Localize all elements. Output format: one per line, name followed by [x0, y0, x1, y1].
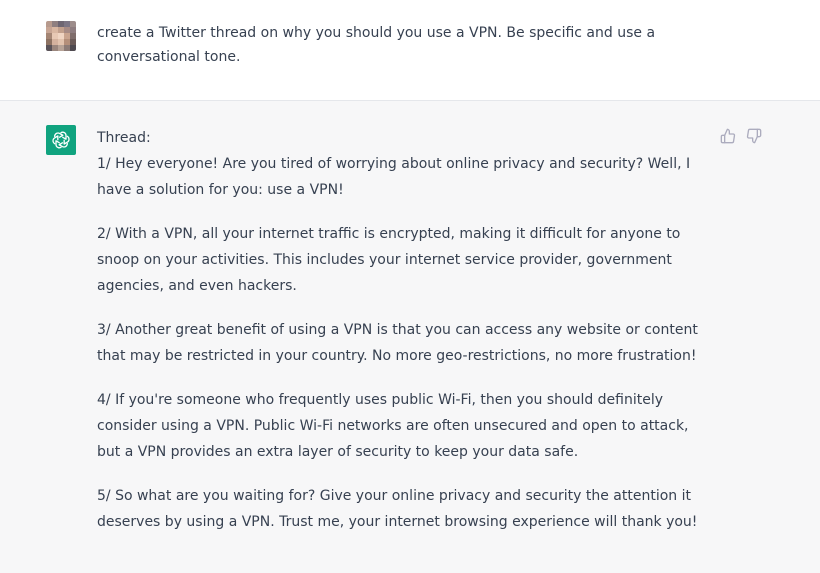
- user-message-row: create a Twitter thread on why you shoul…: [0, 0, 820, 101]
- thread-paragraph-2: 2/ With a VPN, all your internet traffic…: [97, 226, 681, 294]
- user-avatar: [46, 21, 76, 51]
- thread-paragraph-5: 5/ So what are you waiting for? Give you…: [97, 488, 698, 530]
- openai-logo-icon: [46, 125, 76, 155]
- assistant-message-row: Thread: 1/ Hey everyone! Are you tired o…: [0, 101, 820, 573]
- thread-paragraph-1: 1/ Hey everyone! Are you tired of worryi…: [97, 156, 691, 198]
- user-prompt-text: create a Twitter thread on why you shoul…: [97, 25, 656, 65]
- thumbs-down-icon[interactable]: [745, 127, 763, 145]
- thread-paragraph-4: 4/ If you're someone who frequently uses…: [97, 392, 689, 460]
- thread-heading: Thread:: [97, 130, 151, 146]
- thumbs-up-icon[interactable]: [719, 127, 737, 145]
- thread-paragraph-3: 3/ Another great benefit of using a VPN …: [97, 322, 698, 364]
- assistant-response: Thread: 1/ Hey everyone! Are you tired o…: [97, 125, 709, 553]
